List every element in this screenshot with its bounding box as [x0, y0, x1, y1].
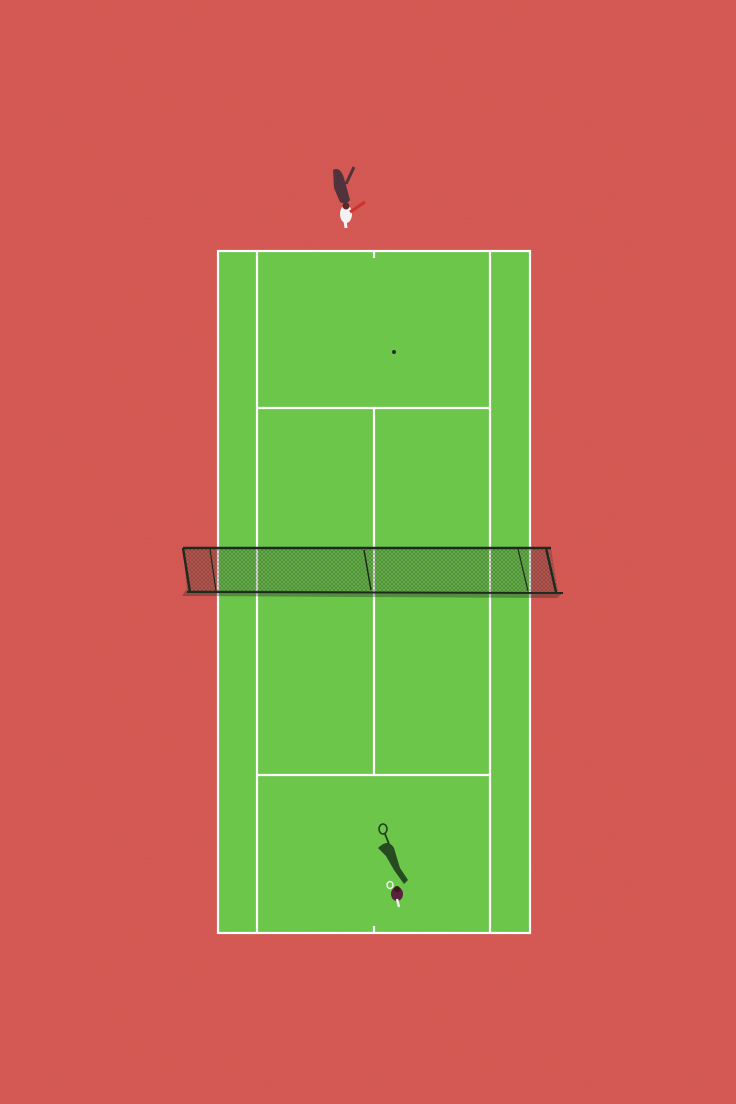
top-player-head [342, 202, 350, 210]
bottom-player-head [394, 886, 400, 892]
top-player-legs [343, 219, 348, 229]
tennis-court-scene [0, 0, 736, 1104]
tennis-ball-icon [392, 350, 396, 354]
court-illustration [0, 0, 736, 1104]
net-bottom-band [186, 591, 564, 594]
tennis-net [181, 546, 564, 598]
